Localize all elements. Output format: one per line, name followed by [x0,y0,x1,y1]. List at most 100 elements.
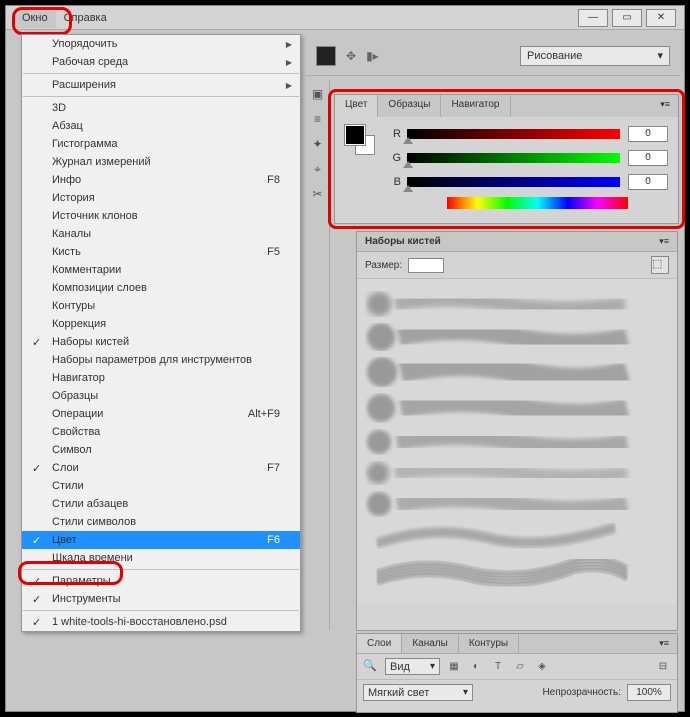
slider-thumb[interactable] [403,161,413,168]
workspace-dropdown[interactable]: Рисование [520,46,670,66]
menu-item[interactable]: ✓СлоиF7 [22,459,300,477]
g-slider[interactable] [407,153,620,163]
filter-smart-icon[interactable]: ◈ [534,659,550,675]
close-button[interactable]: ✕ [646,9,676,27]
panel-menu-icon[interactable]: ▾≡ [651,232,677,251]
size-label: Размер: [365,260,402,271]
menu-item[interactable]: ИнфоF8 [22,171,300,189]
menu-item[interactable]: Наборы параметров для инструментов [22,351,300,369]
window-menu-dropdown: УпорядочитьРабочая среда Расширения 3DАбза… [21,34,301,632]
tab-layers[interactable]: Слои [357,634,402,653]
filter-type-icon[interactable]: T [490,659,506,675]
menu-item[interactable]: Стили символов [22,513,300,531]
brush-stroke-preview[interactable] [365,323,669,351]
opacity-input[interactable]: 100% [627,684,671,701]
foreground-swatch[interactable] [345,125,365,145]
menu-item[interactable]: ОперацииAlt+F9 [22,405,300,423]
tool-preset-swatch[interactable] [316,46,336,66]
minimize-button[interactable]: — [578,9,608,27]
spectrum-ramp[interactable] [447,197,628,209]
tab-channels[interactable]: Каналы [402,634,459,653]
tab-paths[interactable]: Контуры [459,634,519,653]
brush-stroke-preview[interactable] [365,461,669,485]
blend-mode-label: Мягкий свет [368,687,429,699]
b-slider[interactable] [407,177,620,187]
menu-item[interactable]: ✓Наборы кистей [22,333,300,351]
tool-icon[interactable]: ✦ [307,133,329,155]
tab-swatches[interactable]: Образцы [378,95,441,117]
fg-bg-swatch[interactable] [345,125,375,155]
workspace-dropdown-label: Рисование [527,50,582,62]
brush-stroke-preview[interactable] [365,559,669,589]
brush-stroke-preview[interactable] [365,595,669,604]
brush-stroke-preview[interactable] [365,393,669,423]
color-panel-body: R 0 G 0 B 0 [335,117,678,217]
menu-item[interactable]: Гистограмма [22,135,300,153]
maximize-button[interactable]: ▭ [612,9,642,27]
slider-thumb[interactable] [403,185,413,192]
filter-shape-icon[interactable]: ▱ [512,659,528,675]
brush-stroke-preview[interactable] [365,291,669,317]
menu-item[interactable]: Свойства [22,423,300,441]
tool-icon[interactable]: ✂ [307,183,329,205]
filter-toggle[interactable]: ⊟ [655,659,671,675]
menubar: Окно Справка — ▭ ✕ [6,6,684,30]
menu-item[interactable]: Композиции слоев [22,279,300,297]
menu-item[interactable]: Стили абзацев [22,495,300,513]
tool-strip: ▣ ≡ ✦ ⌖ ✂ [306,80,330,630]
tab-color[interactable]: Цвет [335,95,378,117]
tool-icon[interactable]: ⌖ [307,158,329,180]
menu-window[interactable]: Окно [14,8,56,28]
g-input[interactable]: 0 [628,150,668,166]
brush-stroke-preview[interactable] [365,491,669,517]
tool-icon[interactable]: ▣ [307,83,329,105]
panel-menu-icon[interactable]: ▾≡ [651,634,677,653]
menu-item[interactable]: ✓Параметры [22,572,300,590]
menu-item[interactable]: ✓Инструменты [22,590,300,608]
color-panel: Цвет Образцы Навигатор ▾≡ R 0 G 0 [334,94,679,224]
brush-list[interactable] [357,279,677,604]
menu-help[interactable]: Справка [56,8,115,28]
menu-item[interactable]: Символ [22,441,300,459]
toggle-button[interactable]: ⬚ [651,256,669,274]
blend-mode-dropdown[interactable]: Мягкий свет [363,684,473,701]
menu-item[interactable]: Комментарии [22,261,300,279]
menu-item[interactable]: Шкала времени [22,549,300,567]
color-panel-tabs: Цвет Образцы Навигатор ▾≡ [335,95,678,117]
search-icon: 🔍 [363,659,379,675]
menu-item[interactable]: История [22,189,300,207]
brush-stroke-preview[interactable] [365,429,669,455]
menu-item[interactable]: КистьF5 [22,243,300,261]
menu-item[interactable]: ✓ЦветF6 [22,531,300,549]
menu-item[interactable]: Образцы [22,387,300,405]
menu-item[interactable]: Коррекция [22,315,300,333]
menu-item[interactable]: 3D [22,99,300,117]
filter-adjust-icon[interactable]: ◐ [468,659,484,675]
menu-item[interactable]: Рабочая среда [22,53,300,71]
tool-icon[interactable]: ≡ [307,108,329,130]
brush-stroke-preview[interactable] [365,523,669,553]
filter-kind-dropdown[interactable]: Вид [385,658,440,675]
brush-presets-panel: Наборы кистей▾≡ Размер: ⬚ [356,231,678,631]
size-input[interactable] [408,258,444,273]
brush-stroke-preview[interactable] [365,357,669,387]
menu-item[interactable]: Абзац [22,117,300,135]
b-input[interactable]: 0 [628,174,668,190]
menu-item[interactable]: Журнал измерений [22,153,300,171]
b-label: B [387,176,401,188]
menu-item: Расширения [22,76,300,94]
menu-item[interactable]: Навигатор [22,369,300,387]
panel-menu-icon[interactable]: ▾≡ [652,95,678,117]
menu-item[interactable]: Контуры [22,297,300,315]
filter-image-icon[interactable]: ▦ [446,659,462,675]
menu-item[interactable]: Стили [22,477,300,495]
menu-item[interactable]: Упорядочить [22,35,300,53]
menu-item[interactable]: ✓1 white-tools-hi-восстановлено.psd [22,613,300,631]
layers-panel: Слои Каналы Контуры ▾≡ 🔍 Вид ▦ ◐ T ▱ ◈ ⊟… [356,633,678,713]
menu-item[interactable]: Каналы [22,225,300,243]
tab-navigator[interactable]: Навигатор [441,95,510,117]
slider-thumb[interactable] [403,137,413,144]
menu-item[interactable]: Источник клонов [22,207,300,225]
r-slider[interactable] [407,129,620,139]
r-input[interactable]: 0 [628,126,668,142]
